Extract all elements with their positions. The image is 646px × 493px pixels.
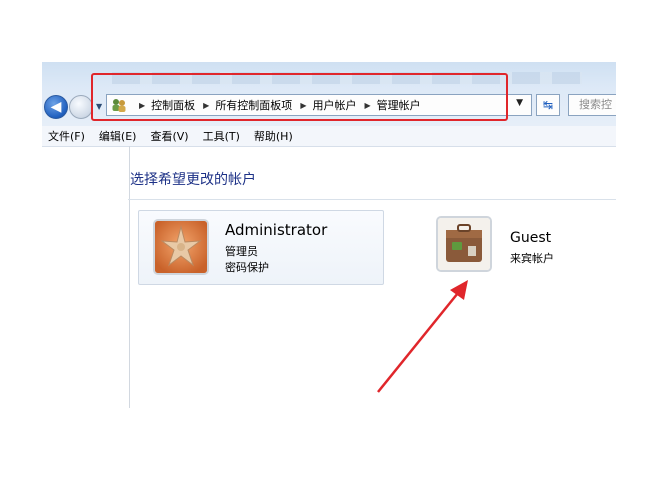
page-title: 选择希望更改的帐户 <box>130 172 256 188</box>
account-name: Guest <box>510 230 552 246</box>
account-type: 来宾帐户 <box>510 252 554 265</box>
address-dropdown-icon[interactable]: ▼ <box>516 98 523 108</box>
menu-help[interactable]: 帮助(H) <box>254 128 293 144</box>
forward-button[interactable] <box>69 95 93 119</box>
refresh-button[interactable]: ↹ <box>536 94 560 116</box>
search-input[interactable]: 搜索控 <box>568 94 616 116</box>
back-arrow-icon: ◀ <box>50 99 62 115</box>
address-highlight-box <box>91 73 508 121</box>
menu-bar: 文件(F) 编辑(E) 查看(V) 工具(T) 帮助(H) <box>42 126 616 147</box>
menu-view[interactable]: 查看(V) <box>150 128 188 144</box>
menu-tools[interactable]: 工具(T) <box>203 128 240 144</box>
starfish-avatar-icon <box>153 219 209 275</box>
account-password-status: 密码保护 <box>225 261 269 274</box>
group-separator <box>128 199 616 200</box>
annotation-arrow-icon <box>377 280 468 393</box>
back-button[interactable]: ◀ <box>44 95 68 119</box>
menu-edit[interactable]: 编辑(E) <box>99 128 137 144</box>
account-card-administrator[interactable]: Administrator 管理员 密码保护 <box>138 210 384 285</box>
menu-file[interactable]: 文件(F) <box>48 128 85 144</box>
refresh-icon: ↹ <box>542 98 554 112</box>
account-type: 管理员 <box>225 245 258 258</box>
suitcase-avatar-icon <box>436 216 492 272</box>
account-name: Administrator <box>225 221 328 239</box>
